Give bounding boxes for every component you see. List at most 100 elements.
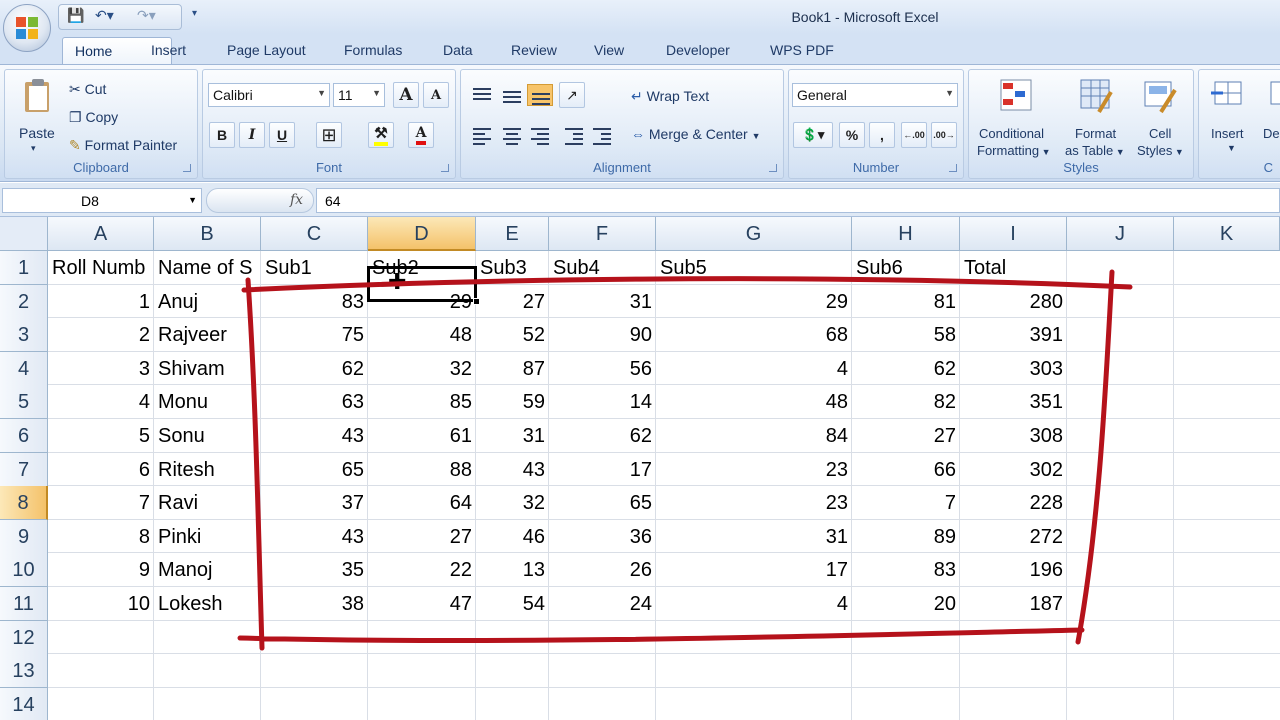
align-top-icon[interactable] xyxy=(469,86,495,108)
row-header-1[interactable]: 1 xyxy=(0,251,48,285)
cell-E1[interactable]: Sub3 xyxy=(476,251,549,285)
italic-button[interactable]: I xyxy=(239,122,265,148)
font-color-button[interactable]: A xyxy=(408,122,434,148)
row-header-7[interactable]: 7 xyxy=(0,452,48,487)
cell-D4[interactable]: 32 xyxy=(368,352,476,386)
office-button[interactable] xyxy=(3,4,51,52)
column-header-i[interactable]: I xyxy=(960,217,1067,251)
format-as-table-label[interactable]: Format xyxy=(1075,126,1116,141)
cell-E6[interactable]: 31 xyxy=(476,419,549,453)
font-size-combo[interactable]: 11 ▼ xyxy=(333,83,385,107)
cell-E2[interactable]: 27 xyxy=(476,285,549,319)
cell-A11[interactable]: 10 xyxy=(48,587,154,621)
cell-F9[interactable]: 36 xyxy=(549,520,656,554)
conditional-formatting-icon[interactable] xyxy=(997,76,1035,116)
align-bottom-icon[interactable] xyxy=(527,84,553,106)
tab-insert[interactable]: Insert xyxy=(151,42,186,58)
cell-H2[interactable]: 81 xyxy=(852,285,960,319)
column-header-c[interactable]: C xyxy=(261,217,368,251)
select-all-button[interactable] xyxy=(0,217,48,251)
cell-G11[interactable]: 4 xyxy=(656,587,852,621)
borders-icon[interactable]: ⊞ xyxy=(316,122,342,148)
cell-I1[interactable]: Total xyxy=(960,251,1067,285)
cell-G9[interactable]: 31 xyxy=(656,520,852,554)
cell-C10[interactable]: 35 xyxy=(261,553,368,587)
tab-formulas[interactable]: Formulas xyxy=(344,42,402,58)
row-header-2[interactable]: 2 xyxy=(0,284,48,319)
shrink-font-button[interactable]: A xyxy=(423,82,449,108)
cell-G7[interactable]: 23 xyxy=(656,453,852,487)
cell-C2[interactable]: 83 xyxy=(261,285,368,319)
font-name-combo[interactable]: Calibri ▼ xyxy=(208,83,330,107)
bold-button[interactable]: B xyxy=(209,122,235,148)
cell-C6[interactable]: 43 xyxy=(261,419,368,453)
cell-H3[interactable]: 58 xyxy=(852,318,960,352)
cell-B8[interactable]: Ravi xyxy=(154,486,261,520)
cell-A1[interactable]: Roll Numb xyxy=(48,251,154,285)
column-header-k[interactable]: K xyxy=(1174,217,1280,251)
cell-C8[interactable]: 37 xyxy=(261,486,368,520)
cell-styles-label[interactable]: Cell xyxy=(1149,126,1171,141)
cell-styles-label-2[interactable]: Styles ▼ xyxy=(1137,143,1184,158)
row-header-8[interactable]: 8 xyxy=(0,486,48,521)
cell-I7[interactable]: 302 xyxy=(960,453,1067,487)
cell-C3[interactable]: 75 xyxy=(261,318,368,352)
row-header-4[interactable]: 4 xyxy=(0,351,48,386)
cut-button[interactable]: ✂ Cut xyxy=(69,81,106,98)
align-left-icon[interactable] xyxy=(469,126,495,148)
conditional-formatting-label[interactable]: Conditional xyxy=(979,126,1044,141)
delete-cells-label[interactable]: De xyxy=(1263,126,1280,141)
cell-E7[interactable]: 43 xyxy=(476,453,549,487)
cell-B5[interactable]: Monu xyxy=(154,385,261,419)
cell-B1[interactable]: Name of S xyxy=(154,251,261,285)
align-right-icon[interactable] xyxy=(527,126,553,148)
cell-D3[interactable]: 48 xyxy=(368,318,476,352)
paste-arrow-icon[interactable]: ▾ xyxy=(31,143,36,154)
row-header-13[interactable]: 13 xyxy=(0,654,48,689)
cell-E10[interactable]: 13 xyxy=(476,553,549,587)
accounting-format-icon[interactable]: 💲▾ xyxy=(793,122,833,148)
increase-indent-icon[interactable] xyxy=(589,126,615,148)
font-dialog-launcher-icon[interactable] xyxy=(441,164,449,172)
cell-G4[interactable]: 4 xyxy=(656,352,852,386)
grow-font-button[interactable]: A xyxy=(393,82,419,108)
cell-D8[interactable]: 64 xyxy=(368,486,476,520)
underline-button[interactable]: U xyxy=(269,122,295,148)
row-header-6[interactable]: 6 xyxy=(0,419,48,453)
cell-E4[interactable]: 87 xyxy=(476,352,549,386)
cell-G5[interactable]: 48 xyxy=(656,385,852,419)
name-box[interactable]: D8 ▼ xyxy=(2,188,202,213)
cell-H5[interactable]: 82 xyxy=(852,385,960,419)
row-header-3[interactable]: 3 xyxy=(0,318,48,353)
cell-I4[interactable]: 303 xyxy=(960,352,1067,386)
cell-G10[interactable]: 17 xyxy=(656,553,852,587)
cell-H9[interactable]: 89 xyxy=(852,520,960,554)
insert-function-button[interactable]: fx xyxy=(290,192,303,208)
cell-B4[interactable]: Shivam xyxy=(154,352,261,386)
tab-page-layout[interactable]: Page Layout xyxy=(227,42,306,58)
cell-G6[interactable]: 84 xyxy=(656,419,852,453)
undo-icon[interactable]: ↶▾ xyxy=(95,7,114,24)
cell-F1[interactable]: Sub4 xyxy=(549,251,656,285)
fill-handle[interactable] xyxy=(473,298,480,305)
insert-cells-icon[interactable] xyxy=(1209,76,1247,116)
format-as-table-label-2[interactable]: as Table ▼ xyxy=(1065,143,1125,158)
cell-I11[interactable]: 187 xyxy=(960,587,1067,621)
cell-C9[interactable]: 43 xyxy=(261,520,368,554)
cell-B10[interactable]: Manoj xyxy=(154,553,261,587)
cell-I5[interactable]: 351 xyxy=(960,385,1067,419)
cell-A8[interactable]: 7 xyxy=(48,486,154,520)
cell-H6[interactable]: 27 xyxy=(852,419,960,453)
cell-H4[interactable]: 62 xyxy=(852,352,960,386)
cell-G1[interactable]: Sub5 xyxy=(656,251,852,285)
alignment-dialog-launcher-icon[interactable] xyxy=(769,164,777,172)
clipboard-dialog-launcher-icon[interactable] xyxy=(183,164,191,172)
cell-D7[interactable]: 88 xyxy=(368,453,476,487)
cell-E8[interactable]: 32 xyxy=(476,486,549,520)
format-as-table-icon[interactable] xyxy=(1077,76,1115,116)
cell-A3[interactable]: 2 xyxy=(48,318,154,352)
cell-D10[interactable]: 22 xyxy=(368,553,476,587)
copy-button[interactable]: ❐ Copy xyxy=(69,109,118,126)
cell-C5[interactable]: 63 xyxy=(261,385,368,419)
cell-A10[interactable]: 9 xyxy=(48,553,154,587)
